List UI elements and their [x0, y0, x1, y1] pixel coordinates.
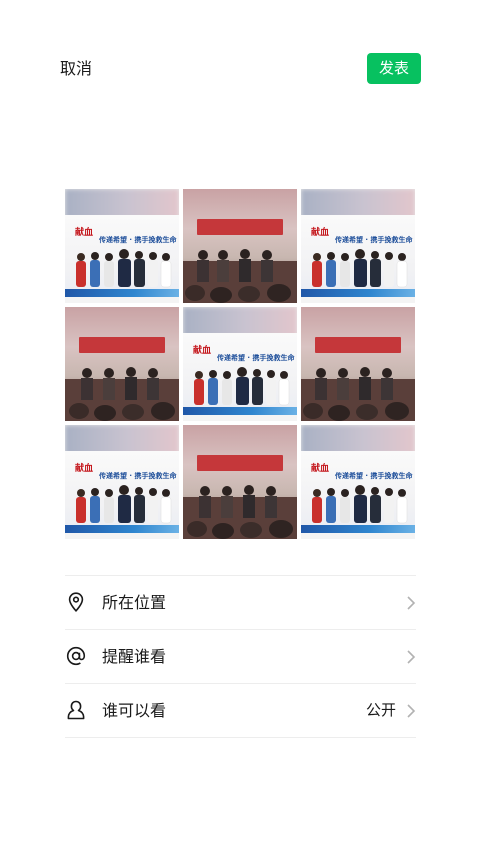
poster-subtitle: 传递希望 · 携手挽救生命	[99, 472, 177, 480]
poster-subtitle: 传递希望 · 携手挽救生命	[335, 236, 413, 244]
poster-people-image	[312, 249, 408, 288]
photo-thumbnail-8[interactable]	[183, 425, 297, 539]
photo-thumbnail-2[interactable]	[183, 189, 297, 303]
location-row[interactable]: 所在位置	[65, 576, 416, 630]
poster-title: 献血	[75, 228, 94, 238]
chevron-right-icon	[407, 596, 416, 610]
chevron-right-icon	[407, 704, 416, 718]
moments-compose-screen: 取消 发表 献血 传递希望 · 携手挽救生命 献血 传递希望 · 携手挽救生命 …	[0, 0, 480, 853]
visibility-label: 谁可以看	[102, 701, 167, 720]
photo-thumbnail-1[interactable]: 献血 传递希望 · 携手挽救生命	[65, 189, 179, 303]
meeting-crowd-image	[183, 485, 297, 539]
poster-people-image	[194, 367, 290, 406]
meeting-crowd-image	[65, 367, 179, 421]
person-icon	[67, 700, 85, 720]
chevron-right-icon	[407, 650, 416, 664]
photo-thumbnail-3[interactable]: 献血 传递希望 · 携手挽救生命	[301, 189, 415, 303]
visibility-row[interactable]: 谁可以看 公开	[65, 684, 416, 738]
visibility-value: 公开	[365, 701, 396, 719]
photo-thumbnail-4[interactable]	[65, 307, 179, 421]
at-sign-icon	[66, 646, 86, 666]
post-options-list: 所在位置 提醒谁看 谁可以看 公开	[65, 575, 416, 738]
poster-title: 献血	[311, 228, 330, 238]
location-pin-icon	[68, 592, 84, 612]
poster-subtitle: 传递希望 · 携手挽救生命	[335, 472, 413, 480]
poster-title: 献血	[311, 464, 330, 474]
photo-grid: 献血 传递希望 · 携手挽救生命 献血 传递希望 · 携手挽救生命 献血 传递希…	[65, 189, 416, 540]
poster-people-image	[76, 249, 172, 288]
cancel-button[interactable]: 取消	[60, 56, 92, 82]
publish-button[interactable]: 发表	[367, 53, 421, 84]
photo-thumbnail-5[interactable]: 献血 传递希望 · 携手挽救生命	[183, 307, 297, 421]
photo-thumbnail-6[interactable]	[301, 307, 415, 421]
mention-label: 提醒谁看	[102, 647, 167, 666]
location-label: 所在位置	[102, 593, 167, 612]
poster-title: 献血	[193, 346, 212, 356]
photo-thumbnail-7[interactable]: 献血 传递希望 · 携手挽救生命	[65, 425, 179, 539]
meeting-crowd-image	[183, 249, 297, 303]
poster-people-image	[312, 485, 408, 524]
poster-people-image	[76, 485, 172, 524]
photo-thumbnail-9[interactable]: 献血 传递希望 · 携手挽救生命	[301, 425, 415, 539]
meeting-crowd-image	[301, 367, 415, 421]
mention-row[interactable]: 提醒谁看	[65, 630, 416, 684]
poster-title: 献血	[75, 464, 94, 474]
poster-subtitle: 传递希望 · 携手挽救生命	[99, 236, 177, 244]
poster-subtitle: 传递希望 · 携手挽救生命	[217, 354, 295, 362]
